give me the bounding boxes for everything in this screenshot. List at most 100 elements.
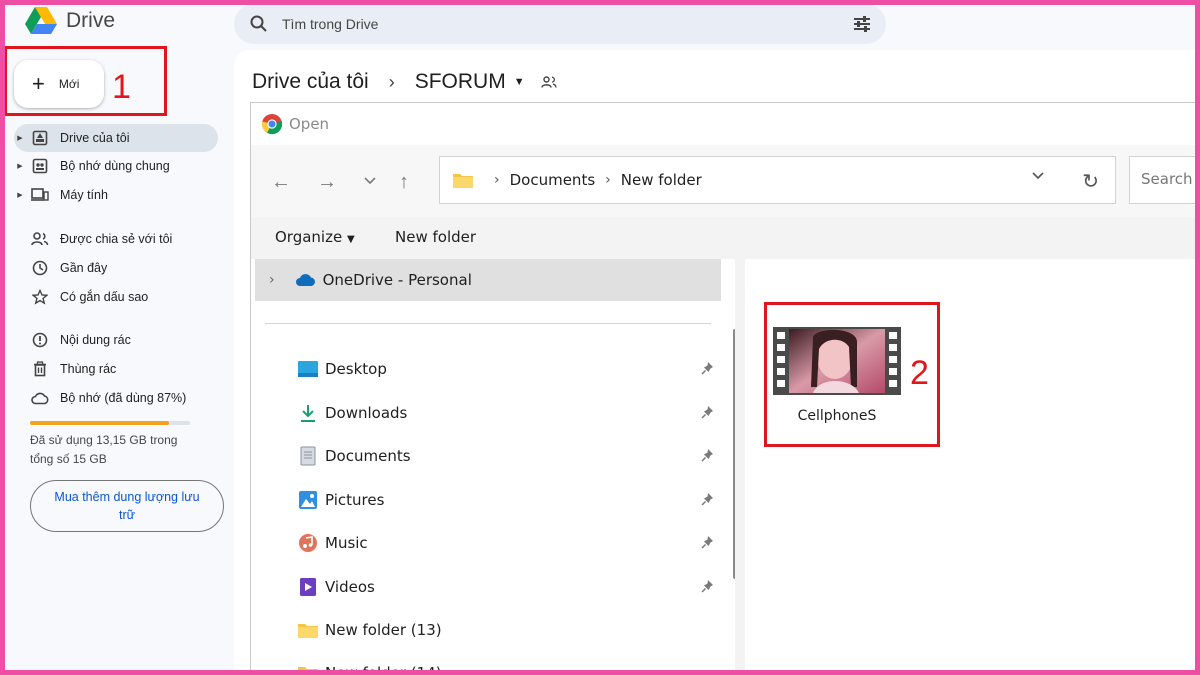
annotation-box-1 [4,46,167,116]
up-arrow-icon[interactable]: ↑ [399,171,409,194]
address-dropdown-icon[interactable] [1031,171,1045,181]
sidebar-item-shared-drives[interactable]: ▶ Bộ nhớ dùng chung [14,152,218,180]
pin-icon[interactable] [701,405,715,423]
nav-divider [265,323,711,324]
refresh-icon[interactable]: ↻ [1082,169,1099,193]
address-segment-documents[interactable]: Documents [510,171,596,189]
forward-arrow-icon[interactable]: → [317,171,337,194]
nav-item-pictures[interactable]: Pictures [297,485,721,515]
expand-arrow-icon[interactable]: ▶ [14,134,26,142]
spam-icon [30,330,50,350]
sidebar-item-label: Được chia sẻ với tôi [60,232,173,246]
nav-item-new-folder-13[interactable]: New folder (13) [297,615,721,645]
breadcrumb-current[interactable]: SFORUM [415,70,506,94]
dialog-navigation-pane: › OneDrive - Personal Desktop Downloads … [251,259,735,674]
desktop-icon [297,358,319,380]
drive-logo[interactable]: Drive [24,6,115,36]
shared-folder-icon [540,76,557,88]
nav-item-label: Pictures [325,491,385,509]
sidebar-item-label: Có gắn dấu sao [60,290,149,304]
dialog-search-input[interactable]: Search N [1129,156,1200,204]
caret-down-icon: ▼ [346,234,355,245]
breadcrumb-root[interactable]: Drive của tôi [252,70,369,94]
sidebar-item-label: Bộ nhớ (đã dùng 87%) [60,391,187,405]
nav-item-label: Downloads [325,404,408,422]
nav-item-label: OneDrive - Personal [322,271,472,289]
sidebar-item-label: Gần đây [60,261,108,275]
nav-item-label: Desktop [325,360,387,378]
sidebar-item-label: Thùng rác [60,362,117,376]
expand-arrow-icon[interactable]: ▶ [14,162,26,170]
pin-icon[interactable] [701,579,715,597]
pin-icon[interactable] [701,535,715,553]
nav-item-label: Videos [325,578,375,596]
sidebar-item-computers[interactable]: ▶ Máy tính [14,181,218,209]
open-file-dialog: Open ← → ↑ › Documents › New folder ↻ Se… [250,102,1200,675]
music-icon [297,532,319,554]
search-options-icon[interactable] [852,14,872,34]
sidebar-item-storage[interactable]: Bộ nhớ (đã dùng 87%) [14,384,218,412]
drive-logo-text: Drive [66,9,116,32]
folder-icon [453,174,473,188]
expand-chevron-icon[interactable]: › [269,272,275,288]
search-input[interactable]: Tìm trong Drive [282,16,378,32]
cloud-icon [30,388,50,408]
caret-down-icon[interactable]: ▼ [514,76,525,88]
new-folder-button[interactable]: New folder [395,228,476,246]
nav-item-label: New folder (14) [325,664,442,674]
address-bar[interactable]: › Documents › New folder ↻ [439,156,1116,204]
pin-icon[interactable] [701,492,715,510]
back-arrow-icon[interactable]: ← [271,171,291,194]
shared-with-me-icon [30,229,50,249]
folder-icon [297,662,319,674]
pin-icon[interactable] [701,361,715,379]
sidebar-item-trash[interactable]: Thùng rác [14,355,218,383]
sidebar-item-recent[interactable]: Gần đây [14,254,218,282]
computers-icon [30,185,50,205]
pin-icon[interactable] [701,448,715,466]
sidebar-item-shared-with-me[interactable]: Được chia sẻ với tôi [14,225,218,253]
onedrive-cloud-icon [295,274,315,286]
annotation-number-2: 2 [910,354,929,392]
nav-item-new-folder-14[interactable]: New folder (14) [297,658,721,674]
nav-item-label: Documents [325,447,411,465]
nav-item-onedrive[interactable]: › OneDrive - Personal [255,259,721,301]
sidebar-item-label: Drive của tôi [60,131,130,145]
trash-icon [30,359,50,379]
pictures-icon [297,489,319,511]
dialog-titlebar: Open [251,103,1199,145]
storage-usage-bar [30,421,190,425]
chevron-right-icon: › [605,172,611,188]
nav-item-downloads[interactable]: Downloads [297,398,721,428]
chrome-icon [261,114,283,135]
sidebar-item-label: Máy tính [60,188,108,202]
organize-button[interactable]: Organize ▼ [275,228,355,246]
nav-item-desktop[interactable]: Desktop [297,354,721,384]
address-segment-new-folder[interactable]: New folder [621,171,702,189]
drive-search-bar[interactable]: Tìm trong Drive [234,4,886,44]
sidebar-item-label: Nội dung rác [60,333,131,347]
search-icon[interactable] [250,15,268,33]
storage-usage-text: Đã sử dụng 13,15 GB trong tổng số 15 GB [30,433,178,466]
sidebar-item-spam[interactable]: Nội dung rác [14,326,218,354]
storage-usage-fill [30,421,170,425]
document-icon [297,445,319,467]
buy-storage-button[interactable]: Mua thêm dung lượng lưu trữ [30,480,224,532]
recent-icon [30,258,50,278]
folder-icon [297,619,319,641]
nav-pane-scrollbar[interactable] [733,329,735,579]
nav-item-music[interactable]: Music [297,528,721,558]
sidebar-item-my-drive[interactable]: ▶ Drive của tôi [14,124,218,152]
expand-arrow-icon[interactable]: ▶ [14,191,26,199]
star-icon [30,287,50,307]
sidebar-item-label: Bộ nhớ dùng chung [60,159,170,173]
annotation-number-1: 1 [112,68,131,106]
nav-item-videos[interactable]: Videos [297,572,721,602]
recent-locations-chevron-icon[interactable] [363,176,377,186]
download-icon [297,402,319,424]
dialog-command-bar: Organize ▼ New folder [251,217,1199,259]
my-drive-icon [30,128,50,148]
nav-item-documents[interactable]: Documents [297,441,721,471]
sidebar-item-starred[interactable]: Có gắn dấu sao [14,283,218,311]
organize-button-label: Organize [275,228,343,246]
